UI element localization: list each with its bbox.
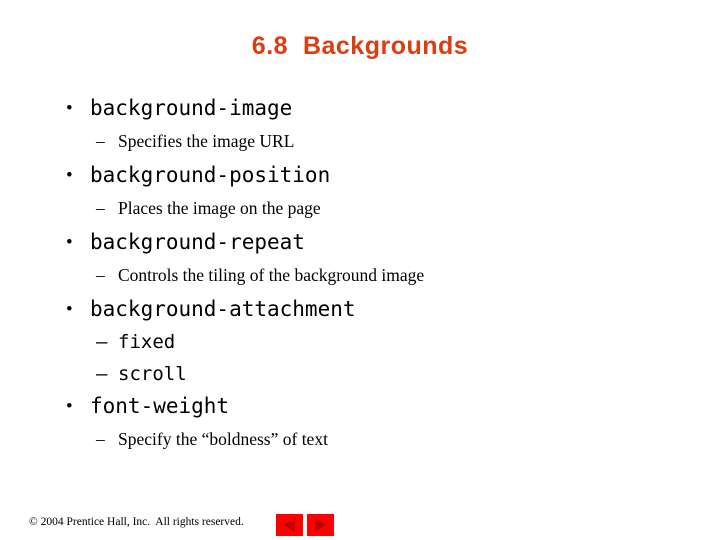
bullet-item-background-image: • background-image xyxy=(0,92,720,125)
dash-marker-icon: – xyxy=(96,429,105,449)
bullet-item-background-repeat: • background-repeat xyxy=(0,226,720,259)
sub-item-controls-tiling: – Controls the tiling of the background i… xyxy=(0,259,720,291)
sub-item-specify-boldness: – Specify the “boldness” of text xyxy=(0,423,720,455)
sub-item-fixed: – fixed xyxy=(0,326,720,358)
sub-item-label: Places the image on the page xyxy=(118,198,321,218)
next-slide-button[interactable] xyxy=(307,514,334,536)
sub-item-specifies-image-url: – Specifies the image URL xyxy=(0,125,720,157)
bullet-item-font-weight: • font-weight xyxy=(0,390,720,423)
sub-item-places-image-on-page: – Places the image on the page xyxy=(0,192,720,224)
page-title: 6.8 Backgrounds xyxy=(251,32,469,60)
bullet-item-background-position: • background-position xyxy=(0,159,720,192)
bullet-item-label: font-weight xyxy=(90,394,230,418)
bullet-marker-icon: • xyxy=(66,232,73,253)
sub-item-label: Specifies the image URL xyxy=(118,131,295,151)
dash-marker-icon: – xyxy=(96,131,105,151)
triangle-left-icon xyxy=(284,518,295,532)
bullet-marker-icon: • xyxy=(66,396,73,417)
presentation-slide: 6.8 Backgrounds • background-image – Speci… xyxy=(0,0,720,540)
copyright-notice: © 2004 Prentice Hall, Inc. All rights re… xyxy=(29,516,244,528)
sub-item-label: Controls the tiling of the background im… xyxy=(118,265,425,285)
triangle-right-icon xyxy=(315,518,326,532)
bullet-marker-icon: • xyxy=(66,98,73,119)
bullet-item-label: background-attachment xyxy=(90,297,356,321)
bullet-marker-icon: • xyxy=(66,299,73,320)
sub-item-scroll: – scroll xyxy=(0,358,720,390)
bullet-marker-icon: • xyxy=(66,165,73,186)
dash-marker-icon: – xyxy=(96,363,108,385)
dash-marker-icon: – xyxy=(96,198,105,218)
dash-marker-icon: – xyxy=(96,331,108,353)
dash-marker-icon: – xyxy=(96,265,105,285)
bullet-item-background-attachment: • background-attachment xyxy=(0,293,720,326)
slide-navigation xyxy=(276,514,334,536)
bullet-item-label: background-repeat xyxy=(90,230,305,254)
sub-item-label: scroll xyxy=(118,363,187,385)
bullet-list: • background-image – Specifies the image U… xyxy=(0,92,720,455)
bullet-item-label: background-image xyxy=(90,96,293,120)
sub-item-label: fixed xyxy=(118,331,176,353)
previous-slide-button[interactable] xyxy=(276,514,303,536)
bullet-item-label: background-position xyxy=(90,163,331,187)
sub-item-label: Specify the “boldness” of text xyxy=(118,429,328,449)
